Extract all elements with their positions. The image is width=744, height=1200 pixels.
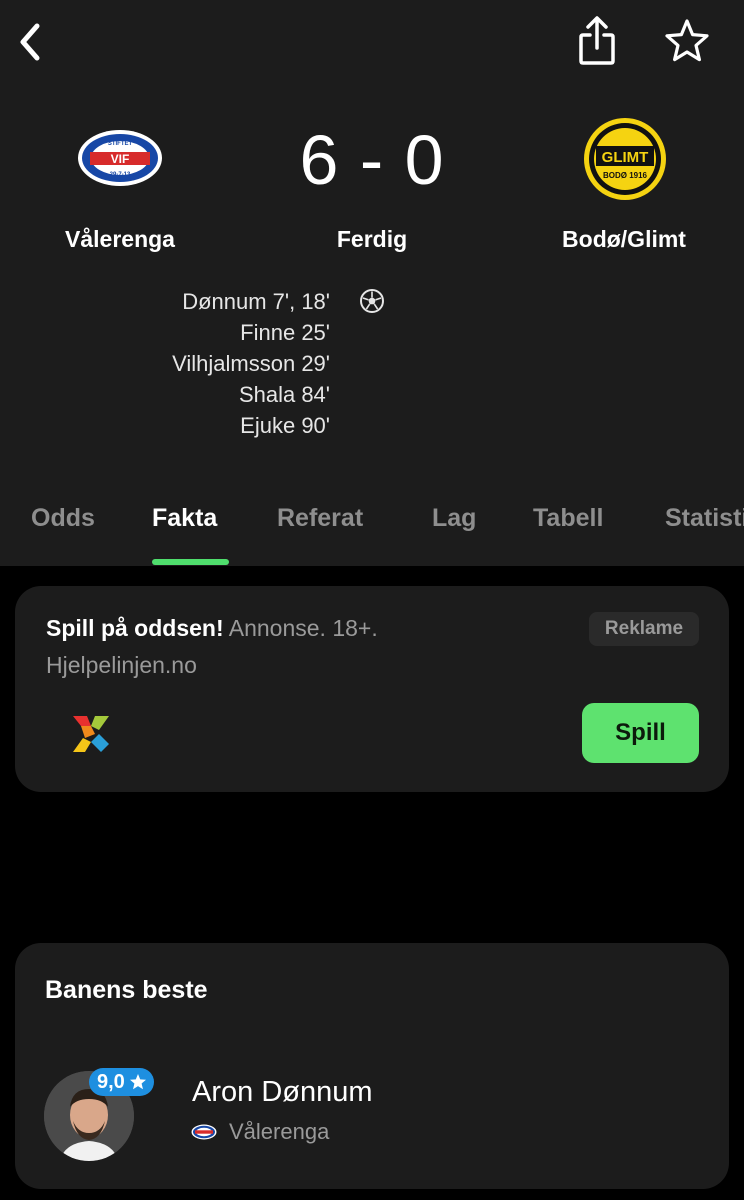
share-button[interactable] [572, 12, 622, 70]
away-team-name[interactable]: Bodø/Glimt [524, 224, 724, 254]
ad-disclaimer: Annonse. 18+. [228, 615, 378, 641]
best-player-card[interactable]: Banens beste 9,0 Aron Dønnum Vålerenga [15, 943, 729, 1189]
svg-text:VIF: VIF [111, 152, 130, 166]
player-name[interactable]: Aron Dønnum [192, 1075, 373, 1109]
home-team-name[interactable]: Vålerenga [20, 224, 220, 254]
scorer-entry: Vilhjalmsson 29' [172, 351, 330, 376]
football-icon [360, 289, 384, 313]
scorer-entry: Dønnum 7', 18' [182, 289, 330, 314]
tab-fakta[interactable]: Fakta [152, 502, 217, 534]
ad-helpline-link[interactable]: Hjelpelinjen.no [46, 652, 197, 678]
share-icon [579, 16, 615, 65]
svg-text:BODØ 1916: BODØ 1916 [603, 171, 648, 180]
chevron-left-icon [20, 23, 40, 61]
scorer-entry: Ejuke 90' [240, 413, 330, 438]
betting-brand-logo [73, 716, 109, 752]
section-title: Banens beste [45, 976, 208, 1004]
active-tab-indicator [152, 559, 229, 565]
back-button[interactable] [8, 16, 52, 68]
home-team-logo[interactable]: VIF STIFTET 29-7-13 [76, 128, 164, 188]
team-logo-small [191, 1124, 217, 1140]
match-status: Ferdig [336, 226, 408, 252]
home-scorers-list: Dønnum 7', 18' Finne 25' Vilhjalmsson 29… [60, 286, 330, 441]
tab-lag[interactable]: Lag [432, 502, 476, 534]
match-score: 6 - 0 [299, 121, 445, 199]
ad-badge: Reklame [589, 612, 699, 646]
player-team-name: Vålerenga [229, 1119, 330, 1144]
player-rating-badge: 9,0 [89, 1068, 154, 1096]
tab-odds[interactable]: Odds [31, 502, 95, 534]
svg-text:STIFTET: STIFTET [108, 141, 133, 147]
tab-bar: Odds Fakta Referat Lag Tabell Statistikk [0, 490, 744, 566]
star-icon [129, 1074, 146, 1090]
play-button[interactable]: Spill [582, 703, 699, 763]
match-header: VIF STIFTET 29-7-13 6 - 0 GLIMT BODØ 191… [0, 0, 744, 566]
ad-card[interactable]: Spill på oddsen! Annonse. 18+. Hjelpelin… [15, 586, 729, 792]
svg-text:GLIMT: GLIMT [602, 149, 649, 166]
scorer-entry: Shala 84' [238, 382, 330, 407]
svg-text:29-7-13: 29-7-13 [110, 172, 131, 178]
player-rating: 9,0 [97, 1070, 125, 1093]
away-team-logo[interactable]: GLIMT BODØ 1916 [582, 116, 668, 202]
tab-tabell[interactable]: Tabell [533, 502, 603, 534]
star-outline-icon [665, 19, 709, 62]
tab-referat[interactable]: Referat [277, 502, 363, 534]
tab-statistikk[interactable]: Statistikk [665, 502, 744, 534]
scorer-entry: Finne 25' [240, 320, 330, 345]
ad-headline: Spill på oddsen! [46, 615, 224, 641]
favorite-button[interactable] [660, 14, 714, 68]
ad-text: Spill på oddsen! Annonse. 18+. Hjelpelin… [46, 610, 566, 684]
